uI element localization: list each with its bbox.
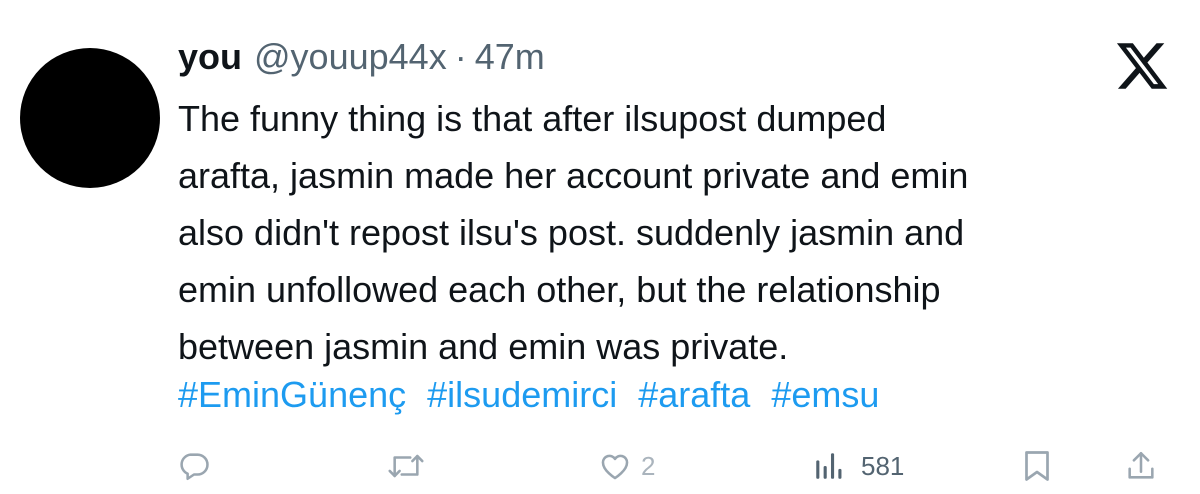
like-count: 2 (641, 450, 656, 481)
bookmark-button[interactable] (1022, 446, 1052, 486)
user-handle[interactable]: @youup44x (254, 36, 447, 78)
views-count: 581 (861, 450, 905, 481)
tweet-text-line: between jasmin and emin was private. (178, 326, 789, 367)
share-icon (1124, 448, 1158, 484)
views-chart-icon (811, 449, 847, 483)
hashtag-link[interactable]: #emsu (771, 374, 879, 415)
timestamp[interactable]: 47m (475, 36, 545, 78)
tweet-text: The funny thing is that after ilsupost d… (178, 90, 1168, 375)
avatar[interactable] (20, 48, 160, 188)
views-button[interactable]: 581 (811, 446, 904, 486)
x-logo-icon[interactable] (1114, 38, 1170, 94)
reply-button[interactable] (177, 446, 211, 486)
tweet-text-line: The funny thing is that after ilsupost d… (178, 98, 887, 139)
tweet-text-line: emin unfollowed each other, but the rela… (178, 269, 941, 310)
share-button[interactable] (1124, 446, 1158, 486)
hashtag-row: #EminGünenç #ilsudemirci #arafta #emsu (178, 370, 890, 420)
display-name[interactable]: you (178, 36, 242, 78)
reply-icon (177, 449, 211, 483)
hashtag-link[interactable]: #arafta (638, 374, 750, 415)
tweet-text-line: arafta, jasmin made her account private … (178, 155, 969, 196)
tweet-header: you @youup44x · 47m (178, 34, 545, 80)
retweet-icon (386, 449, 426, 483)
tweet-text-line: also didn't repost ilsu's post. suddenly… (178, 212, 965, 253)
hashtag-link[interactable]: #ilsudemirci (427, 374, 617, 415)
hashtag-link[interactable]: #EminGünenç (178, 374, 406, 415)
retweet-button[interactable] (386, 446, 426, 486)
like-button[interactable]: 2 (597, 446, 655, 486)
bookmark-icon (1022, 448, 1052, 484)
tweet-card[interactable]: you @youup44x · 47m The funny thing is t… (0, 0, 1200, 494)
heart-icon (597, 449, 633, 483)
separator-dot: · (454, 36, 467, 77)
action-bar: 2 581 (0, 438, 1200, 494)
